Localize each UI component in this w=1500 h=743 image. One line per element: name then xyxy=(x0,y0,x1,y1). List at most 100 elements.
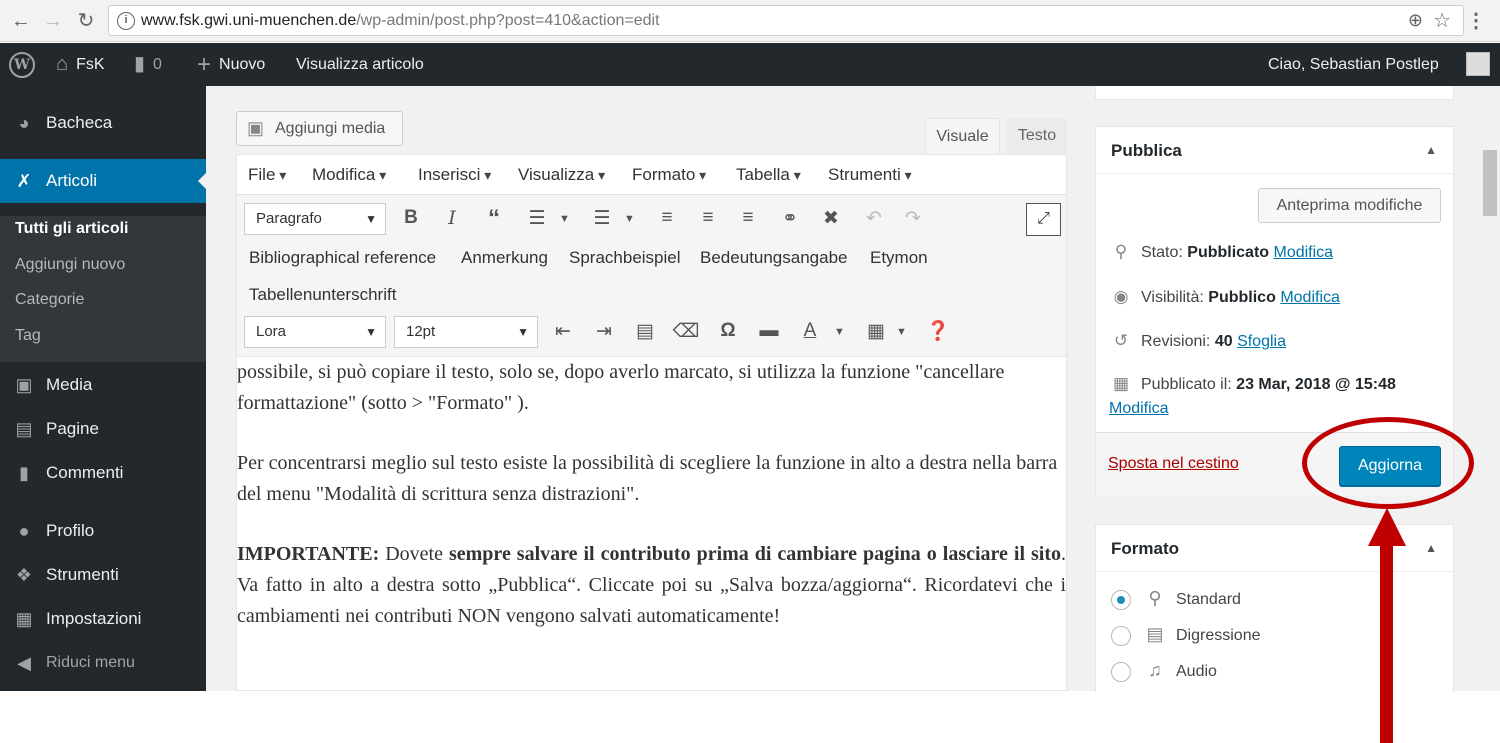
chevron-down-icon[interactable]: ▼ xyxy=(834,326,845,338)
format-anmerkung[interactable]: Anmerkung xyxy=(461,248,548,268)
tab-text[interactable]: Testo xyxy=(1007,118,1067,154)
chevron-down-icon[interactable]: ▼ xyxy=(559,213,570,225)
edit-date-link[interactable]: Modifica xyxy=(1109,400,1169,417)
chevron-down-icon[interactable]: ▼ xyxy=(624,213,635,225)
wordpress-logo-icon[interactable]: W xyxy=(9,43,35,86)
comments-link[interactable]: ▮ 0 xyxy=(134,43,162,86)
zoom-icon[interactable]: ⊕ xyxy=(1408,10,1423,31)
font-size-select[interactable]: 12pt xyxy=(394,316,538,348)
annotation-ellipse xyxy=(1302,417,1474,509)
menu-edit[interactable]: Modifica xyxy=(312,165,386,185)
site-name-link[interactable]: ⌂ FsK xyxy=(56,43,105,86)
sidebar-item-profile[interactable]: ● Profilo xyxy=(0,513,206,549)
view-post-link[interactable]: Visualizza articolo xyxy=(296,43,424,86)
browser-toolbar: ← → ↻ i www.fsk.gwi.uni-muenchen.de/wp-a… xyxy=(0,0,1500,42)
align-right-icon[interactable]: ≡ xyxy=(734,207,762,229)
undo-icon[interactable]: ↶ xyxy=(860,207,888,230)
link-icon[interactable]: ⚭ xyxy=(776,207,804,230)
page-scrollbar-thumb[interactable] xyxy=(1483,150,1497,216)
collapse-arrow-icon[interactable]: ▲ xyxy=(1425,525,1437,572)
unlink-icon[interactable]: ✖ xyxy=(817,207,845,230)
help-icon[interactable]: ❓ xyxy=(924,319,952,343)
collapse-menu-button[interactable]: ◀ Riduci menu xyxy=(0,645,206,681)
sidebar-item-posts[interactable]: ✗ Articoli xyxy=(0,159,206,203)
info-icon[interactable]: i xyxy=(117,12,135,30)
revisions-row: ↺ Revisioni: 40 Sfoglia xyxy=(1109,331,1286,351)
format-tabellenunterschrift[interactable]: Tabellenunterschrift xyxy=(249,285,396,305)
redo-icon[interactable]: ↷ xyxy=(899,207,927,230)
chevron-down-icon[interactable]: ▼ xyxy=(896,326,907,338)
format-radio-standard[interactable] xyxy=(1111,590,1131,610)
submenu-tags[interactable]: Tag xyxy=(15,327,41,345)
new-content-link[interactable]: + Nuovo xyxy=(197,43,265,86)
edit-date-link-wrap: Modifica xyxy=(1109,400,1169,418)
sidebar-item-dashboard[interactable]: ◕ Bacheca xyxy=(0,105,206,141)
edit-visibility-link[interactable]: Modifica xyxy=(1280,289,1340,306)
indent-icon[interactable]: ⇥ xyxy=(590,320,618,343)
submenu-add-new[interactable]: Aggiungi nuovo xyxy=(15,256,125,274)
preview-changes-button[interactable]: Anteprima modifiche xyxy=(1258,188,1441,223)
pages-icon: ▤ xyxy=(15,419,33,439)
wp-admin-bar: W ⌂ FsK ▮ 0 + Nuovo Visualizza articolo Cia… xyxy=(0,43,1500,86)
italic-icon[interactable]: I xyxy=(438,207,466,229)
blockquote-icon[interactable]: “ xyxy=(480,205,508,233)
avatar[interactable] xyxy=(1466,52,1490,76)
admin-sidebar: ◕ Bacheca ✗ Articoli Tutti gli articoli Ag… xyxy=(0,86,206,691)
align-center-icon[interactable]: ≡ xyxy=(694,207,722,229)
back-icon[interactable]: ← xyxy=(8,8,34,34)
horizontal-line-icon[interactable]: ▬ xyxy=(755,320,783,342)
table-icon[interactable]: ▦ xyxy=(862,320,890,343)
format-etymon[interactable]: Etymon xyxy=(870,248,928,268)
text-color-icon[interactable]: A xyxy=(796,320,824,342)
paragraph-format-select[interactable]: Paragrafo xyxy=(244,203,386,235)
format-radio-aside[interactable] xyxy=(1111,626,1131,646)
edit-status-link[interactable]: Modifica xyxy=(1274,244,1334,261)
clear-formatting-icon[interactable]: ⌫ xyxy=(672,320,700,343)
numbered-list-icon[interactable]: ☰ xyxy=(588,207,616,230)
annotation-arrow-shaft xyxy=(1380,545,1393,743)
browser-menu-icon[interactable]: ⋮ xyxy=(1466,8,1486,33)
paste-text-icon[interactable]: ▤ xyxy=(631,320,659,343)
distraction-free-icon[interactable]: ⤢ xyxy=(1026,203,1061,236)
bold-icon[interactable]: B xyxy=(397,207,425,229)
forward-icon[interactable]: → xyxy=(40,8,66,34)
account-greeting[interactable]: Ciao, Sebastian Postlep xyxy=(1268,43,1439,86)
bullet-list-icon[interactable]: ☰ xyxy=(523,207,551,230)
format-bibliographical-reference[interactable]: Bibliographical reference xyxy=(249,248,436,268)
sidebar-item-tools[interactable]: ❖ Strumenti xyxy=(0,557,206,593)
align-left-icon[interactable]: ≡ xyxy=(653,207,681,229)
submenu-all-posts[interactable]: Tutti gli articoli xyxy=(15,220,128,238)
format-label-standard: Standard xyxy=(1176,591,1241,608)
tab-visual[interactable]: Visuale xyxy=(925,118,1000,154)
menu-format[interactable]: Formato xyxy=(632,165,706,185)
menu-insert[interactable]: Inserisci xyxy=(418,165,491,185)
bookmark-star-icon[interactable]: ☆ xyxy=(1433,8,1451,33)
menu-table[interactable]: Tabella xyxy=(736,165,801,185)
menu-tools[interactable]: Strumenti xyxy=(828,165,912,185)
menu-view[interactable]: Visualizza xyxy=(518,165,605,185)
sidebar-item-media[interactable]: ▣ Media xyxy=(0,367,206,403)
submenu-categories[interactable]: Categorie xyxy=(15,291,84,309)
sidebar-item-pages[interactable]: ▤ Pagine xyxy=(0,411,206,447)
address-bar[interactable]: i www.fsk.gwi.uni-muenchen.de/wp-admin/p… xyxy=(108,5,1464,36)
menu-file[interactable]: File xyxy=(248,165,286,185)
browse-revisions-link[interactable]: Sfoglia xyxy=(1237,333,1286,350)
font-family-select[interactable]: Lora xyxy=(244,316,386,348)
format-radio-audio[interactable] xyxy=(1111,662,1131,682)
active-indicator xyxy=(198,173,206,189)
format-bedeutungsangabe[interactable]: Bedeutungsangabe xyxy=(700,248,847,268)
sidebar-item-comments[interactable]: ▮ Commenti xyxy=(0,455,206,491)
special-character-icon[interactable]: Ω xyxy=(714,320,742,342)
sidebar-item-settings[interactable]: ▦ Impostazioni xyxy=(0,601,206,637)
format-sprachbeispiel[interactable]: Sprachbeispiel xyxy=(569,248,681,268)
collapse-arrow-icon[interactable]: ▲ xyxy=(1425,127,1437,174)
outdent-icon[interactable]: ⇤ xyxy=(549,320,577,343)
editor-content[interactable]: possibile, si può copiare il testo, solo… xyxy=(237,357,1066,632)
add-media-button[interactable]: ▣ Aggiungi media xyxy=(236,111,403,146)
media-icon: ▣ xyxy=(15,375,33,395)
comment-bubble-icon: ▮ xyxy=(134,53,146,76)
move-to-trash-link[interactable]: Sposta nel cestino xyxy=(1108,455,1239,473)
reload-icon[interactable]: ↻ xyxy=(73,8,99,34)
page-bottom-blank xyxy=(0,691,1500,743)
publish-box-header[interactable]: Pubblica ▲ xyxy=(1096,127,1453,174)
